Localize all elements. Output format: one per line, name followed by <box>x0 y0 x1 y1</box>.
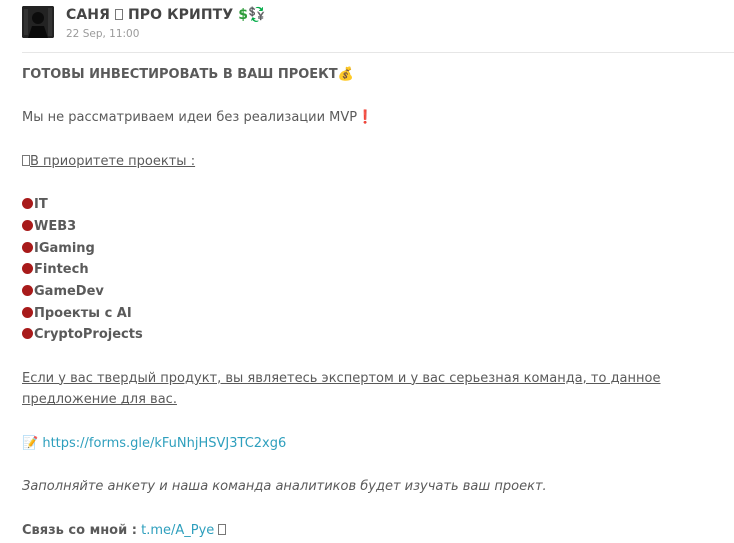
priority-heading-line: В приоритете проекты : <box>22 151 722 173</box>
priority-item: IGaming <box>22 238 722 260</box>
red-circle-icon <box>22 306 33 318</box>
unknown-glyph-icon <box>22 154 30 166</box>
priority-label: Проекты с AI <box>34 305 132 321</box>
form-link-line: 📝 https://forms.gle/kFuNhjHSVJ3TC2xg6 <box>22 433 722 455</box>
red-circle-icon <box>22 284 33 296</box>
offer-text: Если у вас твердый продукт, вы являетесь… <box>22 370 661 408</box>
contact-line: Связь со мной : t.me/A_Pye <box>22 520 722 542</box>
memo-icon: 📝 <box>22 435 39 451</box>
priority-item: Проекты с AI <box>22 303 722 325</box>
channel-name-tail: ПРО КРИПТУ <box>127 7 234 23</box>
red-circle-icon <box>22 198 33 210</box>
priority-label: Fintech <box>34 262 89 278</box>
priority-heading: В приоритете проекты : <box>30 153 196 169</box>
red-circle-icon <box>22 241 33 253</box>
red-circle-icon <box>22 263 33 275</box>
headline-text: ГОТОВЫ ИНВЕСТИРОВАТЬ В ВАШ ПРОЕКТ <box>22 67 338 82</box>
post-header: САНЯ ПРО КРИПТУ $💱 22 Sep, 11:00 <box>22 6 734 46</box>
post-headline: ГОТОВЫ ИНВЕСТИРОВАТЬ В ВАШ ПРОЕКТ💰 <box>22 64 722 86</box>
priority-item: GameDev <box>22 281 722 303</box>
avatar-image-icon <box>22 6 54 38</box>
header-divider <box>22 52 734 53</box>
priority-label: IT <box>34 197 48 213</box>
priority-item: IT <box>22 194 722 216</box>
exclamation-icon: ❗ <box>357 110 374 126</box>
money-bag-icon: 💰 <box>337 67 354 82</box>
red-circle-icon <box>22 328 33 340</box>
form-note: Заполняйте анкету и наша команда аналити… <box>22 479 547 495</box>
priority-label: WEB3 <box>34 218 77 234</box>
post-body: ГОТОВЫ ИНВЕСТИРОВАТЬ В ВАШ ПРОЕКТ💰 Мы не… <box>22 64 722 541</box>
currency-exchange-icon: $💱 <box>238 7 266 23</box>
mvp-text: Мы не рассматриваем идеи без реализации … <box>22 110 358 126</box>
contact-link[interactable]: t.me/A_Pye <box>141 523 214 538</box>
priority-item: Fintech <box>22 259 722 281</box>
unknown-glyph-icon <box>115 9 123 20</box>
channel-name-start: САНЯ <box>66 7 111 23</box>
channel-avatar[interactable] <box>22 6 54 38</box>
red-circle-icon <box>22 219 33 231</box>
post-date: 22 Sep, 11:00 <box>66 28 140 40</box>
priority-label: IGaming <box>34 240 95 256</box>
priority-label: GameDev <box>34 283 104 299</box>
unknown-glyph-icon <box>218 523 227 535</box>
channel-name[interactable]: САНЯ ПРО КРИПТУ $💱 <box>66 7 266 23</box>
contact-label: Связь со мной : <box>22 522 137 538</box>
form-link[interactable]: https://forms.gle/kFuNhjHSVJ3TC2xg6 <box>42 436 286 451</box>
priority-item: CryptoProjects <box>22 324 722 346</box>
mvp-line: Мы не рассматриваем идеи без реализации … <box>22 107 722 129</box>
priority-label: CryptoProjects <box>34 327 143 343</box>
priority-item: WEB3 <box>22 216 722 238</box>
